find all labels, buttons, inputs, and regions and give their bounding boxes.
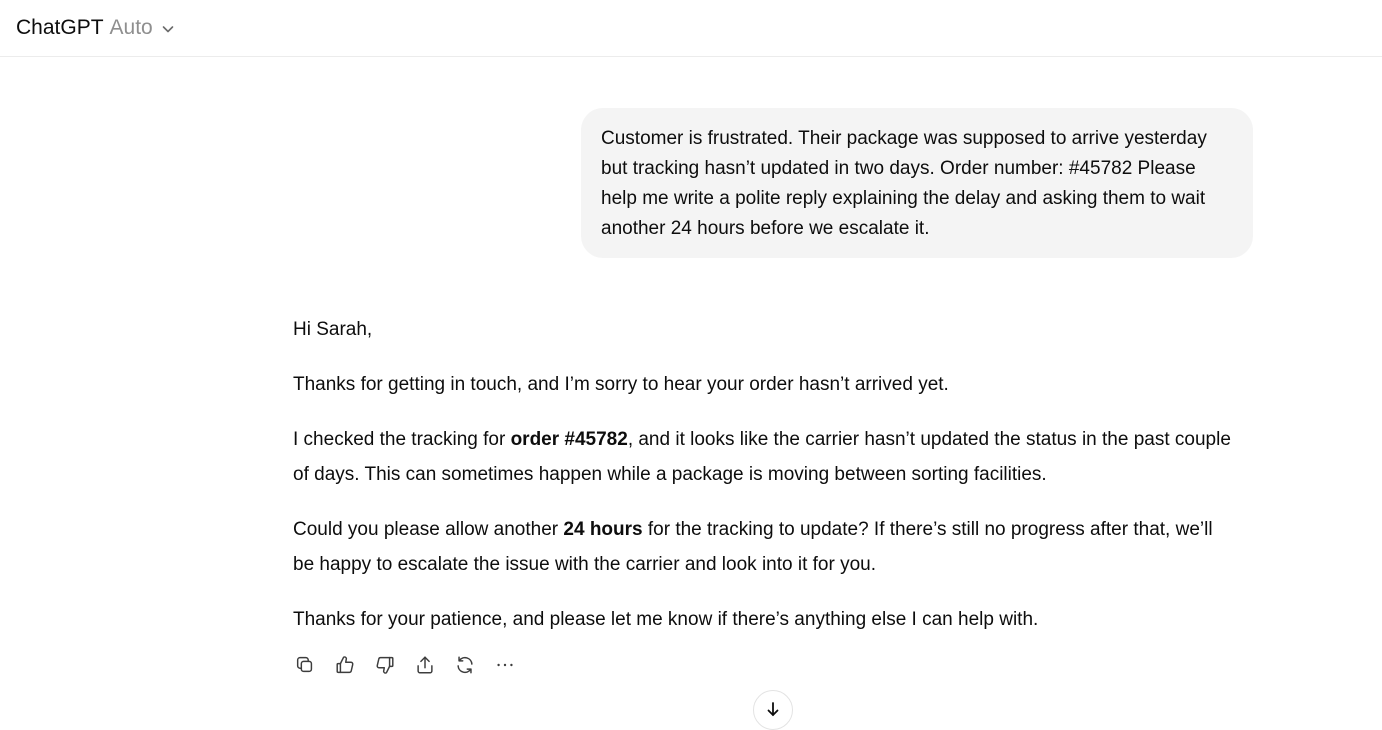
copy-icon [296,656,313,673]
assistant-paragraph-2-text-a: I checked the tracking for [293,429,511,450]
message-action-bar [285,645,525,685]
arrow-down-icon [767,702,779,717]
copy-button[interactable] [285,645,325,685]
share-button[interactable] [405,645,445,685]
user-message-text: Customer is frustrated. Their package wa… [601,128,1207,239]
assistant-paragraph-3-text-a: Could you please allow another [293,519,564,540]
more-icon [497,663,513,667]
assistant-paragraph-2: I checked the tracking for order #45782,… [293,422,1233,492]
more-options-button[interactable] [485,645,525,685]
regenerate-button[interactable] [445,645,485,685]
assistant-paragraph-4: Thanks for your patience, and please let… [293,609,1039,630]
share-icon [417,656,433,674]
chevron-down-icon [162,26,174,33]
order-number-bold: order #45782 [510,429,628,450]
wait-duration-bold: 24 hours [563,519,643,540]
assistant-message: Hi Sarah, Thanks for getting in touch, a… [293,312,1233,657]
top-bar: ChatGPT Auto [0,0,1382,57]
bad-response-button[interactable] [365,645,405,685]
scroll-to-bottom-button[interactable] [753,690,793,730]
model-selector[interactable]: ChatGPT Auto [16,8,175,48]
model-mode: Auto [109,16,153,39]
assistant-paragraph-3: Could you please allow another 24 hours … [293,512,1233,582]
model-name: ChatGPT [16,16,104,39]
thumbs-up-icon [336,656,354,674]
user-message-bubble: Customer is frustrated. Their package wa… [581,108,1253,258]
assistant-greeting: Hi Sarah, [293,319,373,340]
good-response-button[interactable] [325,645,365,685]
regenerate-icon [457,656,473,674]
thumbs-down-icon [376,656,394,674]
assistant-paragraph-1: Thanks for getting in touch, and I’m sor… [293,374,949,395]
